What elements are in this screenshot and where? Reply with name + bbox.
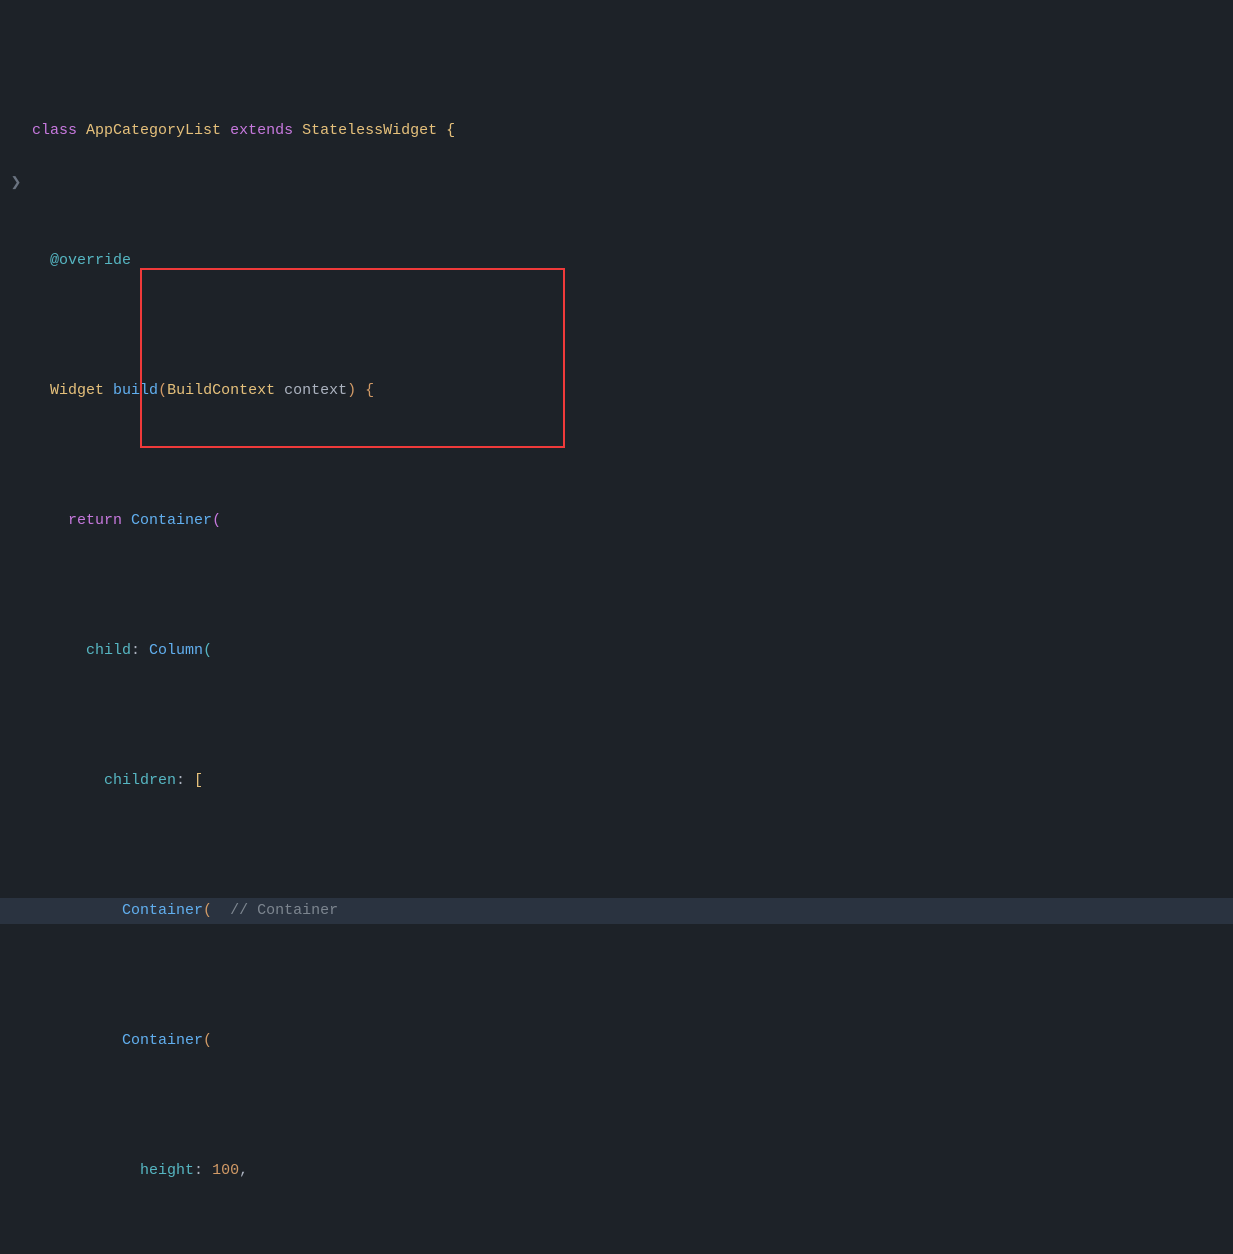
class-name: StatelessWidget [302, 122, 437, 139]
ctor: Container [131, 512, 212, 529]
closing-label: // Container [230, 898, 338, 924]
code-line[interactable]: height: 100, [32, 1158, 1233, 1184]
annotation-box [140, 268, 565, 448]
annotation: @override [50, 252, 131, 269]
code-line[interactable]: Widget build(BuildContext context) { [32, 378, 1233, 404]
ctor: Container [122, 898, 203, 924]
code-line[interactable]: class AppCategoryList extends StatelessW… [32, 118, 1233, 144]
ctor: Column [149, 642, 203, 659]
class-name: AppCategoryList [86, 122, 221, 139]
keyword: return [68, 512, 122, 529]
number: 100 [212, 1162, 239, 1179]
editor-content[interactable]: class AppCategoryList extends StatelessW… [32, 0, 1233, 1254]
code-line[interactable]: @override [32, 248, 1233, 274]
named-param: height [140, 1162, 194, 1179]
method-name: build [113, 382, 158, 399]
gutter-lightbulb-icon[interactable]: ❯ [0, 170, 32, 196]
ctor: Container [122, 1032, 203, 1049]
keyword: extends [230, 122, 293, 139]
code-line[interactable]: child: Column( [32, 638, 1233, 664]
type-name: Widget [50, 382, 104, 399]
code-editor[interactable]: ❯ class AppCategoryList extends Stateles… [0, 0, 1233, 1254]
keyword: class [32, 122, 77, 139]
named-param: child [86, 642, 131, 659]
code-line-active[interactable]: Container( // Container [0, 898, 1233, 924]
type-name: BuildContext [167, 382, 275, 399]
code-line[interactable]: children: [ [32, 768, 1233, 794]
param: context [284, 382, 347, 399]
named-param: children [104, 772, 176, 789]
code-line[interactable]: return Container( [32, 508, 1233, 534]
code-line[interactable]: Container( [32, 1028, 1233, 1054]
editor-gutter: ❯ [0, 0, 32, 1254]
